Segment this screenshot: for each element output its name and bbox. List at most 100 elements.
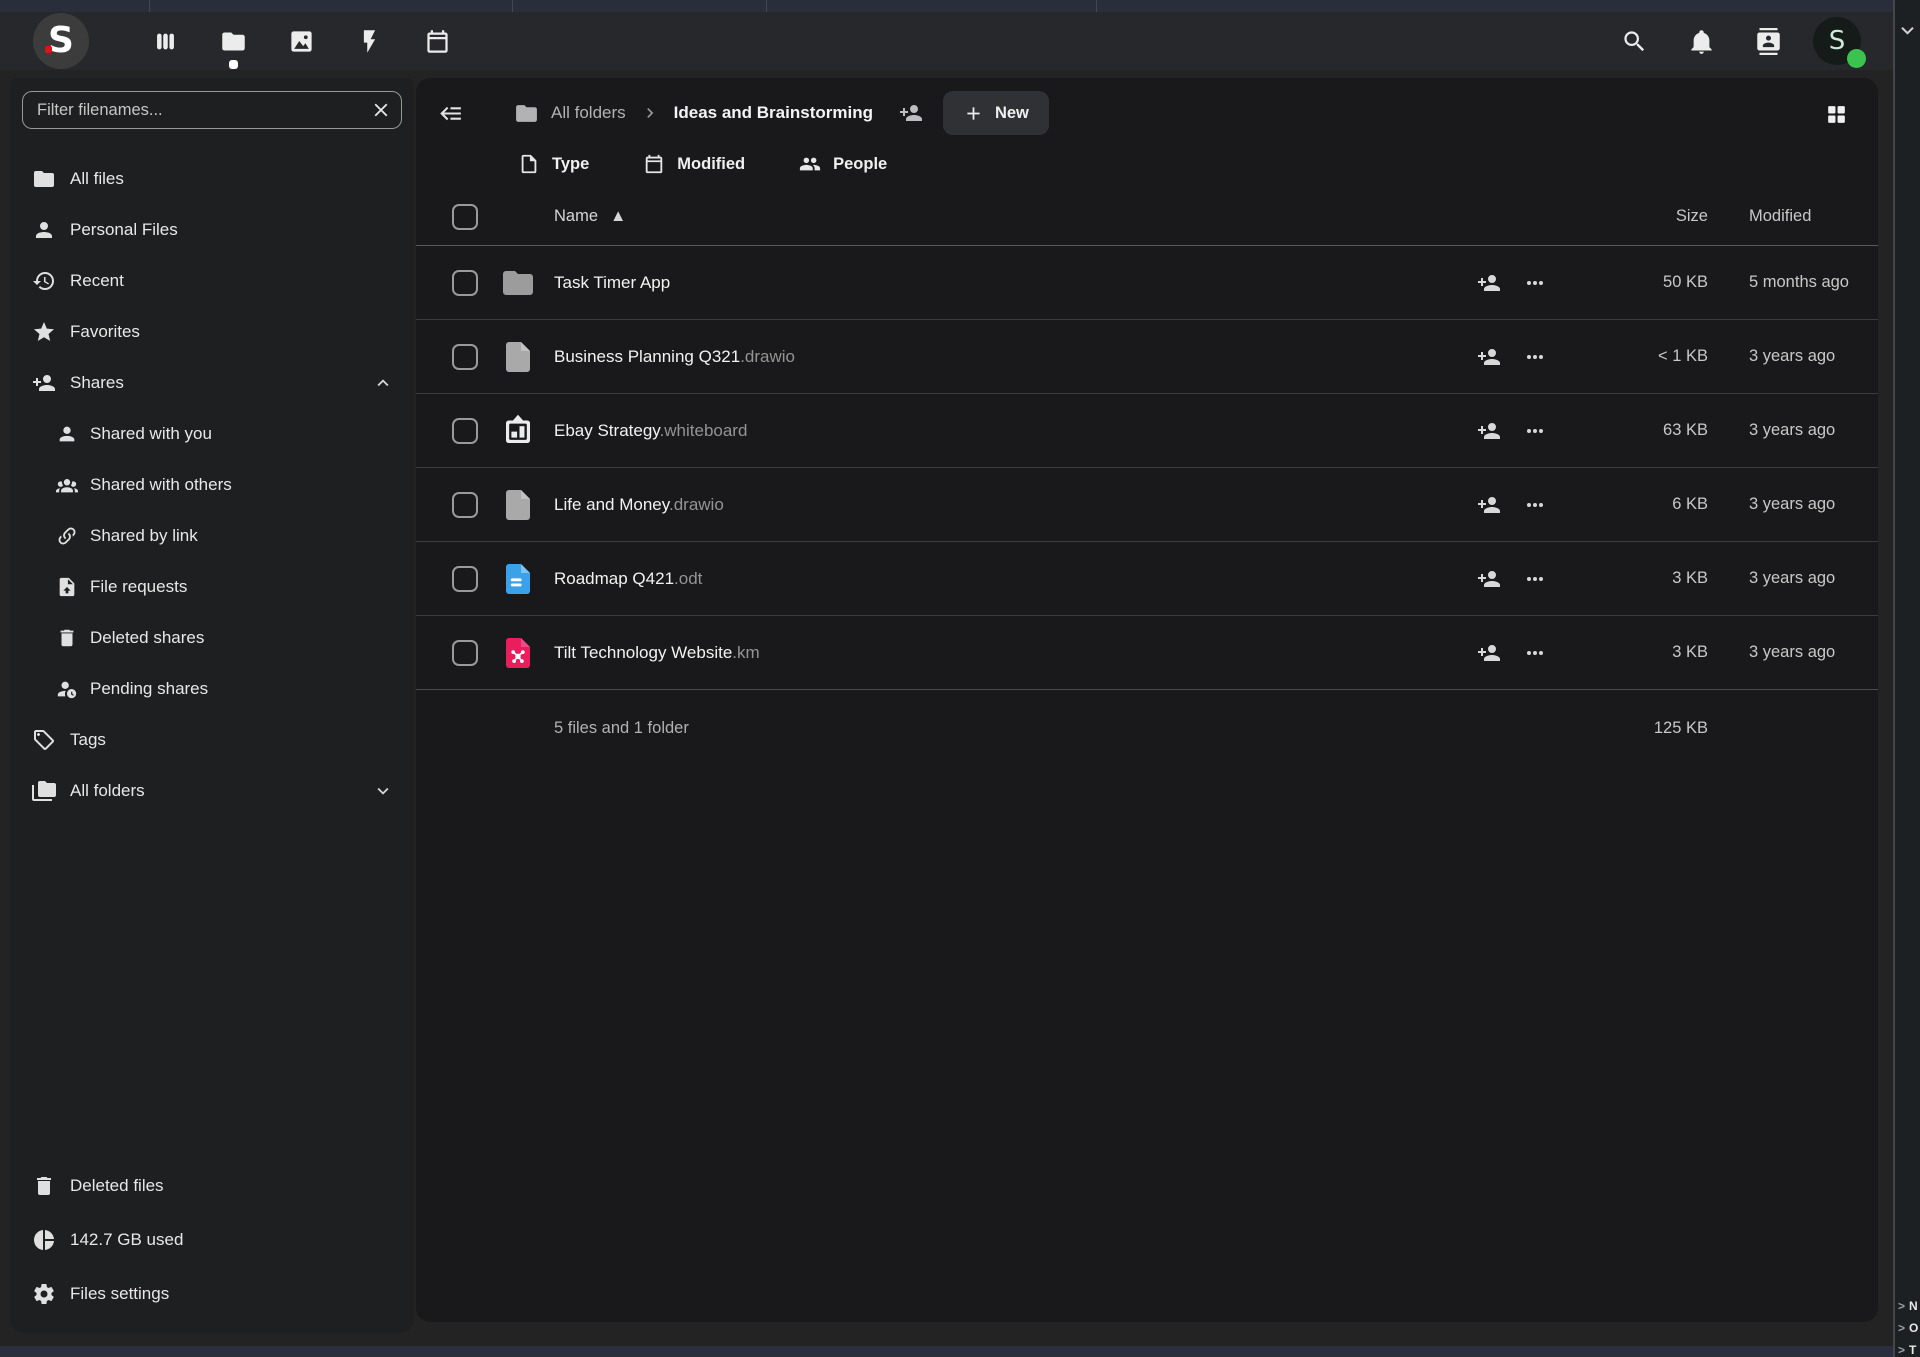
row-checkbox[interactable] bbox=[452, 566, 478, 592]
clear-filter-button[interactable] bbox=[370, 99, 392, 121]
side-panel-item[interactable]: >N bbox=[1898, 1295, 1918, 1317]
actions-menu-button[interactable] bbox=[1523, 567, 1547, 591]
sidebar-item-all-folders[interactable]: All folders bbox=[10, 765, 414, 816]
filter-input[interactable] bbox=[22, 91, 402, 129]
sidebar-item-files-settings[interactable]: Files settings bbox=[10, 1267, 414, 1321]
column-header-modified[interactable]: Modified bbox=[1708, 207, 1878, 226]
contacts-icon bbox=[1755, 28, 1782, 55]
filter-chips: Type Modified People bbox=[416, 140, 1878, 188]
chevron-up-icon[interactable] bbox=[372, 372, 394, 394]
file-extension: .km bbox=[732, 643, 759, 662]
sidebar-item-recent[interactable]: Recent bbox=[10, 255, 414, 306]
table-row[interactable]: Ebay Strategy.whiteboard63 KB3 years ago bbox=[416, 394, 1878, 468]
sidebar-item-142-7-gb-used[interactable]: 142.7 GB used bbox=[10, 1213, 414, 1267]
grid-view-toggle-button[interactable] bbox=[1816, 94, 1856, 134]
sidebar-item-label: 142.7 GB used bbox=[70, 1230, 183, 1250]
table-row[interactable]: Roadmap Q421.odt3 KB3 years ago bbox=[416, 542, 1878, 616]
side-panel-item[interactable]: >O bbox=[1898, 1317, 1918, 1339]
chip-label: People bbox=[833, 155, 887, 174]
select-all-checkbox[interactable] bbox=[452, 204, 478, 230]
sidebar-item-pending-shares[interactable]: Pending shares bbox=[10, 663, 414, 714]
lightning-icon bbox=[356, 28, 383, 55]
sidebar-item-label: Deleted files bbox=[70, 1176, 164, 1196]
file-name: Life and Money.drawio bbox=[554, 495, 1477, 515]
sidebar-item-shared-by-link[interactable]: Shared by link bbox=[10, 510, 414, 561]
file-size: 3 KB bbox=[1587, 569, 1708, 588]
new-button[interactable]: New bbox=[943, 91, 1049, 135]
row-checkbox[interactable] bbox=[452, 640, 478, 666]
sidebar-item-shares[interactable]: Shares bbox=[10, 357, 414, 408]
actions-menu-button[interactable] bbox=[1523, 345, 1547, 369]
side-panel-item-label: N bbox=[1909, 1299, 1918, 1313]
table-row[interactable]: Task Timer App50 KB5 months ago bbox=[416, 246, 1878, 320]
actions-menu-button[interactable] bbox=[1523, 419, 1547, 443]
browser-top-strip bbox=[0, 0, 1920, 12]
table-row[interactable]: Tilt Technology Website.km3 KB3 years ag… bbox=[416, 616, 1878, 690]
header-right: S bbox=[1612, 12, 1861, 70]
chevron-right-glyph: > bbox=[1898, 1343, 1905, 1357]
sidebar-item-shared-with-you[interactable]: Shared with you bbox=[10, 408, 414, 459]
row-checkbox[interactable] bbox=[452, 344, 478, 370]
folder-icon bbox=[32, 167, 56, 191]
breadcrumb-root[interactable]: All folders bbox=[514, 101, 626, 126]
filter-chip-type[interactable]: Type bbox=[518, 153, 589, 175]
sidebar-item-favorites[interactable]: Favorites bbox=[10, 306, 414, 357]
sidebar-item-personal-files[interactable]: Personal Files bbox=[10, 204, 414, 255]
table-row[interactable]: Business Planning Q321.drawio< 1 KB3 yea… bbox=[416, 320, 1878, 394]
search-button[interactable] bbox=[1612, 12, 1656, 70]
sidebar-item-label: Recent bbox=[70, 271, 124, 291]
sidebar-item-label: Favorites bbox=[70, 322, 140, 342]
sidebar-item-deleted-files[interactable]: Deleted files bbox=[10, 1159, 414, 1213]
chevron-down-icon[interactable] bbox=[1895, 18, 1920, 43]
contacts-button[interactable] bbox=[1746, 12, 1790, 70]
actions-menu-button[interactable] bbox=[1523, 271, 1547, 295]
sidebar-item-tags[interactable]: Tags bbox=[10, 714, 414, 765]
side-panel-item-label: T bbox=[1909, 1343, 1916, 1357]
app-header: S S bbox=[0, 12, 1920, 70]
sidebar-item-all-files[interactable]: All files bbox=[10, 153, 414, 204]
file-basename: Ebay Strategy bbox=[554, 421, 660, 440]
sidebar-item-deleted-shares[interactable]: Deleted shares bbox=[10, 612, 414, 663]
share-button[interactable] bbox=[1477, 641, 1501, 665]
collapse-sidebar-button[interactable] bbox=[432, 94, 470, 132]
app-photos-button[interactable] bbox=[279, 12, 323, 70]
chip-label: Modified bbox=[677, 155, 745, 174]
table-row[interactable]: Life and Money.drawio6 KB3 years ago bbox=[416, 468, 1878, 542]
sidebar-item-label: Tags bbox=[70, 730, 106, 750]
file-basename: Roadmap Q421 bbox=[554, 569, 674, 588]
filter-chip-modified[interactable]: Modified bbox=[643, 153, 745, 175]
share-folder-button[interactable] bbox=[891, 93, 931, 133]
sidebar-item-file-requests[interactable]: File requests bbox=[10, 561, 414, 612]
actions-menu-button[interactable] bbox=[1523, 641, 1547, 665]
share-button[interactable] bbox=[1477, 271, 1501, 295]
app-dashboard-button[interactable] bbox=[143, 12, 187, 70]
people-icon bbox=[799, 153, 821, 175]
avatar[interactable]: S bbox=[1813, 17, 1861, 65]
app-logo[interactable]: S bbox=[33, 13, 89, 69]
sidebar-item-label: Shared by link bbox=[90, 526, 198, 546]
filter-chip-people[interactable]: People bbox=[799, 153, 887, 175]
notifications-button[interactable] bbox=[1679, 12, 1723, 70]
logo-letter: S bbox=[48, 23, 74, 59]
row-checkbox[interactable] bbox=[452, 492, 478, 518]
actions-menu-button[interactable] bbox=[1523, 493, 1547, 517]
row-checkbox[interactable] bbox=[452, 418, 478, 444]
trash-icon bbox=[32, 1174, 56, 1198]
file-modified: 3 years ago bbox=[1708, 495, 1878, 514]
share-button[interactable] bbox=[1477, 493, 1501, 517]
chevron-down-icon[interactable] bbox=[372, 780, 394, 802]
app-activity-button[interactable] bbox=[347, 12, 391, 70]
calendar-icon bbox=[424, 28, 451, 55]
column-header-name[interactable]: Name ▲ bbox=[554, 207, 1477, 226]
sidebar-item-shared-with-others[interactable]: Shared with others bbox=[10, 459, 414, 510]
side-panel-item[interactable]: >T bbox=[1898, 1339, 1918, 1357]
app-calendar-button[interactable] bbox=[415, 12, 459, 70]
summary-total-size: 125 KB bbox=[1587, 719, 1708, 738]
share-button[interactable] bbox=[1477, 567, 1501, 591]
row-checkbox[interactable] bbox=[452, 270, 478, 296]
column-header-size[interactable]: Size bbox=[1587, 207, 1708, 226]
share-button[interactable] bbox=[1477, 345, 1501, 369]
share-button[interactable] bbox=[1477, 419, 1501, 443]
app-files-button[interactable] bbox=[211, 12, 255, 70]
search-icon bbox=[1621, 28, 1648, 55]
